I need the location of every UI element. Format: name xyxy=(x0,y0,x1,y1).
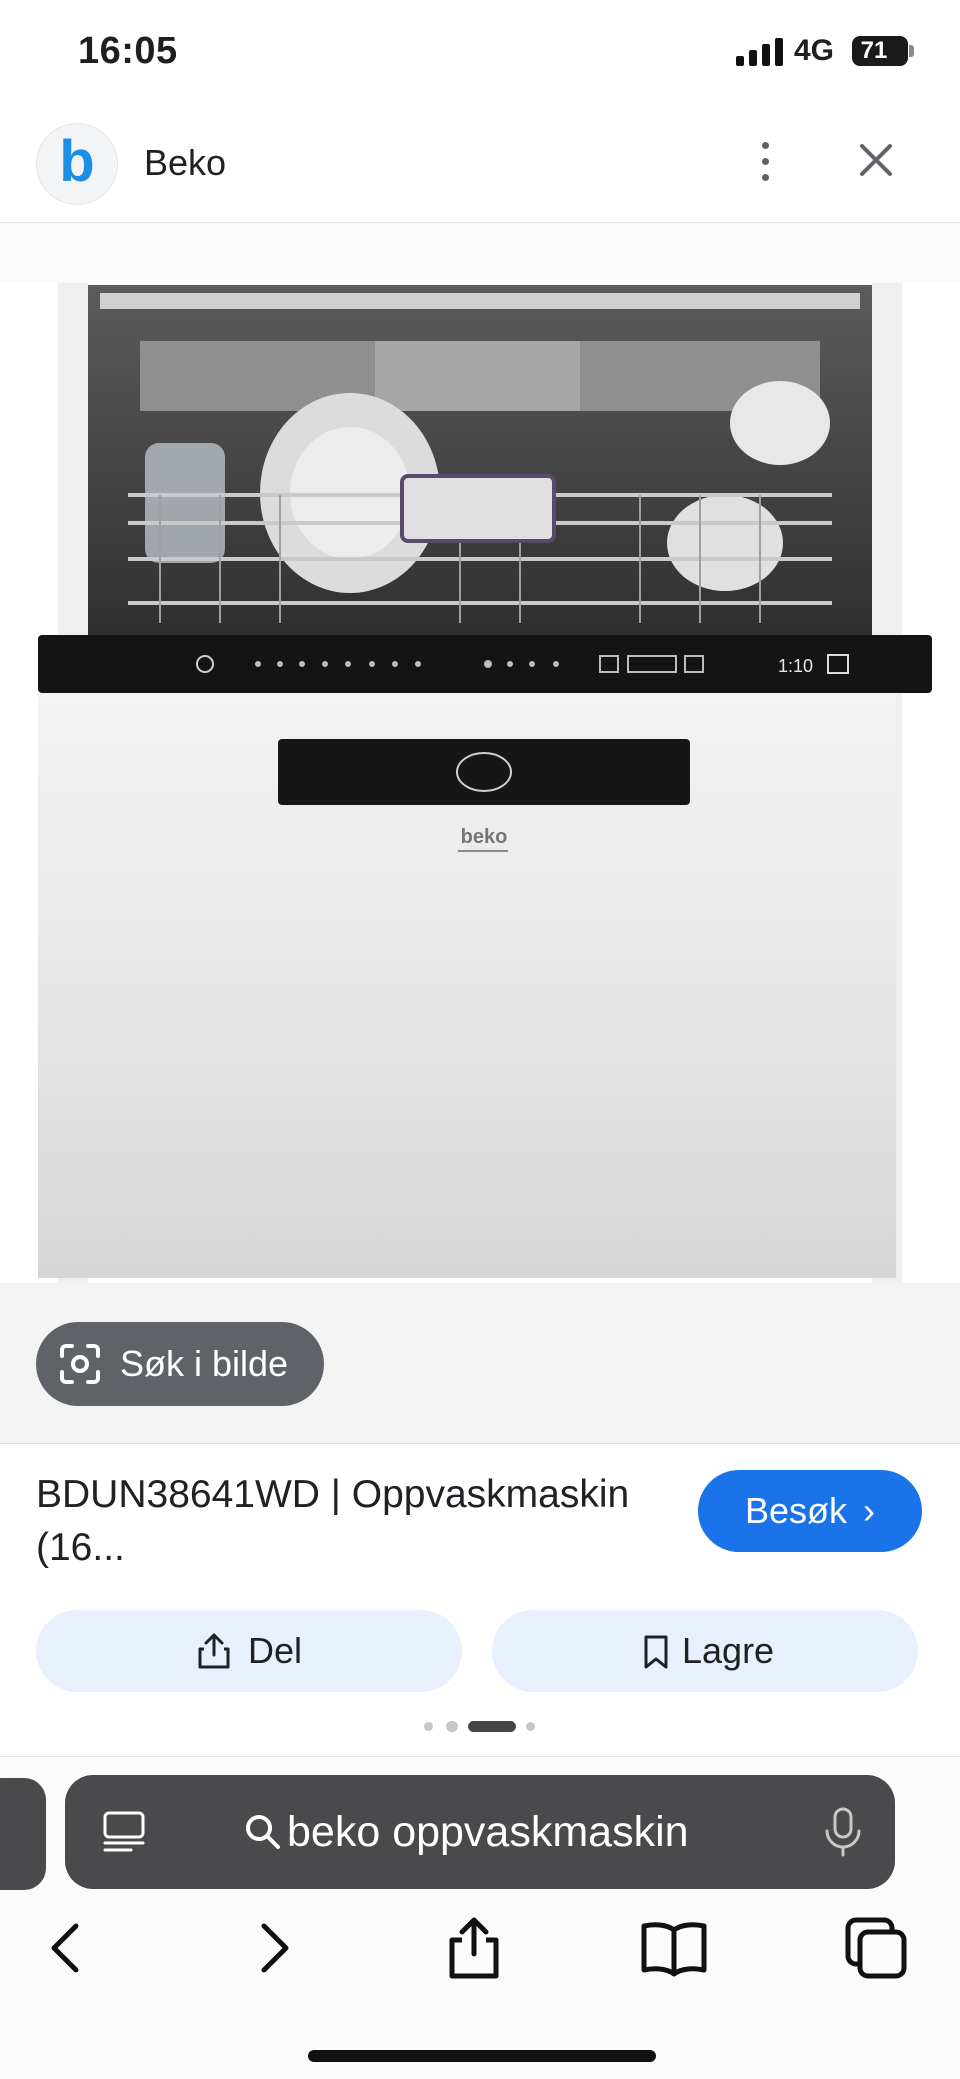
dishwasher-image: 1:10 beko xyxy=(0,223,960,1443)
close-icon[interactable] xyxy=(852,136,900,184)
save-label: Lagre xyxy=(682,1630,775,1671)
pager-dot[interactable] xyxy=(526,1722,535,1731)
pager-dot[interactable] xyxy=(446,1721,458,1732)
pager-dot-active[interactable] xyxy=(468,1721,516,1732)
bookmark-icon xyxy=(644,1635,668,1669)
result-title[interactable]: BDUN38641WD | Oppvaskmaskin (16... xyxy=(36,1468,676,1574)
image-viewer[interactable]: 1:10 beko xyxy=(0,222,960,1444)
lens-icon xyxy=(60,1344,100,1384)
share-icon[interactable] xyxy=(438,1912,510,1984)
visit-button[interactable]: Besøk › xyxy=(698,1470,922,1552)
share-button[interactable]: Del xyxy=(36,1610,462,1692)
bookmarks-icon[interactable] xyxy=(638,1912,710,1984)
home-indicator xyxy=(308,2050,656,2062)
network-type: 4G xyxy=(794,34,835,67)
share-label: Del xyxy=(248,1630,303,1671)
page-menu-icon[interactable] xyxy=(101,1809,147,1855)
share-icon xyxy=(198,1633,230,1669)
forward-icon[interactable] xyxy=(238,1912,310,1984)
search-query[interactable]: beko oppvaskmaskin xyxy=(287,1775,689,1889)
microphone-icon[interactable] xyxy=(823,1805,863,1859)
visit-label: Besøk xyxy=(744,1490,847,1531)
save-button[interactable]: Lagre xyxy=(492,1610,918,1692)
back-icon[interactable] xyxy=(30,1912,102,1984)
tabs-icon[interactable] xyxy=(840,1912,912,1984)
battery-tip xyxy=(909,45,914,57)
status-time: 16:05 xyxy=(78,30,178,72)
panel-display-time: 1:10 xyxy=(778,656,813,676)
search-in-image-button[interactable]: Søk i bilde xyxy=(36,1322,324,1406)
address-bar[interactable]: beko oppvaskmaskin xyxy=(65,1775,895,1889)
site-name[interactable]: Beko xyxy=(144,142,226,184)
cellular-signal-icon xyxy=(736,38,783,66)
chevron-right-icon: › xyxy=(863,1490,876,1531)
search-icon xyxy=(246,1815,280,1849)
door-brand: beko xyxy=(461,826,508,848)
site-logo-letter: b xyxy=(59,129,95,194)
more-options-icon[interactable] xyxy=(745,140,785,184)
site-logo[interactable]: b xyxy=(36,123,118,205)
pager-dot[interactable] xyxy=(424,1722,433,1731)
previous-tab-preview[interactable] xyxy=(0,1778,46,1890)
search-in-image-label: Søk i bilde xyxy=(120,1343,289,1384)
battery-level: 71 xyxy=(860,37,888,64)
